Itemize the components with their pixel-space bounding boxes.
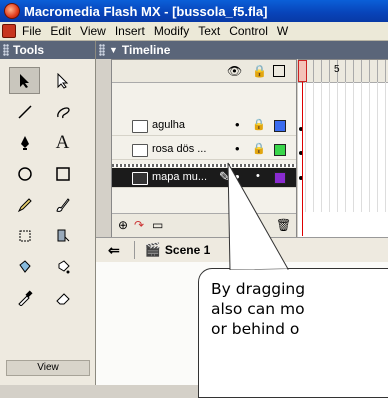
callout-pointer (226, 162, 290, 273)
